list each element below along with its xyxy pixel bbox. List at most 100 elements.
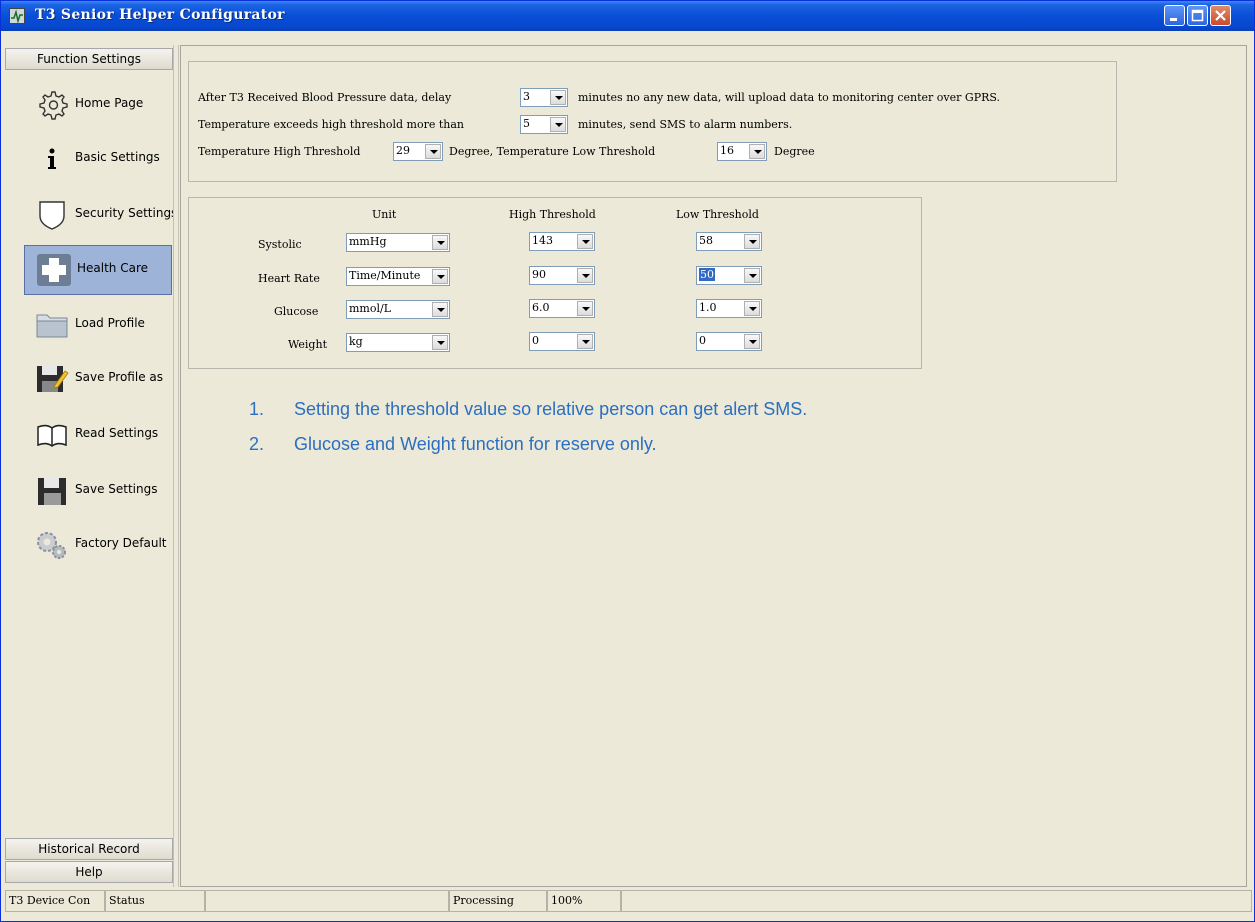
sidebar-item-basic-settings[interactable]: Basic Settings [23, 135, 173, 183]
chevron-down-icon[interactable] [432, 335, 448, 350]
temp-low-label: Degree, Temperature Low Threshold [449, 145, 656, 158]
status-bar: T3 Device Con Status Processing 100% [5, 890, 1252, 916]
temp-low-suffix: Degree [774, 145, 815, 158]
status-label: Status [105, 890, 205, 912]
sidebar-item-load-profile[interactable]: Load Profile [23, 301, 173, 349]
sidebar-item-security-settings[interactable]: Security Settings [23, 191, 177, 239]
row-label-weight: Weight [288, 338, 327, 351]
heart-rate-low-select[interactable]: 50 [696, 266, 762, 285]
chevron-down-icon[interactable] [749, 144, 765, 159]
systolic-high-select[interactable]: 143 [529, 232, 595, 251]
chevron-down-icon[interactable] [577, 234, 593, 249]
chevron-down-icon[interactable] [425, 144, 441, 159]
sidebar-item-label: Factory Default [75, 536, 167, 550]
maximize-button[interactable] [1187, 5, 1208, 26]
chevron-down-icon[interactable] [432, 235, 448, 250]
chevron-down-icon[interactable] [744, 334, 760, 349]
gears-icon [35, 529, 69, 561]
status-device: T3 Device Con [5, 890, 105, 912]
high-threshold-header: High Threshold [509, 208, 596, 221]
heart-rate-high-select[interactable]: 90 [529, 266, 595, 285]
sidebar-item-label: Health Care [77, 261, 149, 275]
weight-unit-select[interactable]: kg [346, 333, 450, 352]
window-title: T3 Senior Helper Configurator [35, 7, 285, 23]
note-1: 1. Setting the threshold value so relativ… [249, 399, 807, 420]
status-percent: 100% [547, 890, 621, 912]
close-button[interactable] [1210, 5, 1231, 26]
sidebar-item-save-profile-as[interactable]: Save Profile as [23, 355, 173, 403]
chevron-down-icon[interactable] [744, 268, 760, 283]
glucose-low-select[interactable]: 1.0 [696, 299, 762, 318]
historical-record-header[interactable]: Historical Record [5, 838, 173, 860]
heart-rate-unit-select[interactable]: Time/Minute [346, 267, 450, 286]
folder-icon [35, 309, 69, 341]
chevron-down-icon[interactable] [432, 269, 448, 284]
temp-duration-suffix: minutes, send SMS to alarm numbers. [578, 118, 793, 131]
minimize-button[interactable] [1164, 5, 1185, 26]
book-icon [35, 419, 69, 451]
sidebar-item-label: Home Page [75, 96, 144, 110]
row-label-glucose: Glucose [274, 305, 319, 318]
help-header[interactable]: Help [5, 861, 173, 883]
sidebar-item-label: Security Settings [75, 206, 178, 220]
sidebar-item-home-page[interactable]: Home Page [23, 81, 173, 129]
weight-low-select[interactable]: 0 [696, 332, 762, 351]
temp-high-select[interactable]: 29 [393, 142, 443, 161]
systolic-unit-select[interactable]: mmHg [346, 233, 450, 252]
chevron-down-icon[interactable] [550, 90, 566, 105]
chevron-down-icon[interactable] [550, 117, 566, 132]
chevron-down-icon[interactable] [744, 234, 760, 249]
title-bar[interactable]: T3 Senior Helper Configurator [1, 1, 1254, 31]
sidebar-item-factory-default[interactable]: Factory Default [23, 521, 173, 569]
medical-cross-icon [37, 254, 71, 286]
splitter[interactable] [173, 45, 179, 887]
app-icon [9, 8, 25, 24]
status-message [205, 890, 449, 912]
upload-delay-suffix: minutes no any new data, will upload dat… [578, 91, 1001, 104]
threshold-group: Unit High Threshold Low Threshold Systol… [188, 197, 922, 369]
note-number: 2. [249, 434, 265, 454]
sidebar-item-read-settings[interactable]: Read Settings [23, 411, 173, 459]
sidebar-item-save-settings[interactable]: Save Settings [23, 467, 173, 515]
sidebar-item-label: Save Settings [75, 482, 158, 496]
upload-delay-label: After T3 Received Blood Pressure data, d… [198, 91, 452, 104]
row-label-heart-rate: Heart Rate [258, 272, 320, 285]
gear-icon [35, 89, 69, 121]
sidebar-item-label: Save Profile as [75, 370, 164, 384]
low-threshold-header: Low Threshold [676, 208, 759, 221]
chevron-down-icon[interactable] [577, 301, 593, 316]
floppy-icon [35, 475, 69, 507]
note-2: 2. Glucose and Weight function for reserv… [249, 434, 657, 455]
sidebar-item-label: Read Settings [75, 426, 159, 440]
note-text: Glucose and Weight function for reserve … [294, 434, 657, 454]
note-text: Setting the threshold value so relative … [294, 399, 808, 419]
info-icon [35, 143, 69, 175]
temp-low-select[interactable]: 16 [717, 142, 767, 161]
chevron-down-icon[interactable] [577, 334, 593, 349]
sidebar-item-label: Load Profile [75, 316, 145, 330]
sidebar-item-health-care[interactable]: Health Care [24, 245, 172, 295]
glucose-unit-select[interactable]: mmol/L [346, 300, 450, 319]
note-number: 1. [249, 399, 265, 419]
chevron-down-icon[interactable] [577, 268, 593, 283]
app-window: T3 Senior Helper Configurator Function S… [0, 0, 1255, 922]
upload-delay-select[interactable]: 3 [520, 88, 568, 107]
shield-icon [35, 199, 69, 231]
systolic-low-select[interactable]: 58 [696, 232, 762, 251]
row-label-systolic: Systolic [258, 238, 302, 251]
weight-high-select[interactable]: 0 [529, 332, 595, 351]
sidebar-item-label: Basic Settings [75, 150, 160, 164]
temp-high-label: Temperature High Threshold [198, 145, 361, 158]
glucose-high-select[interactable]: 6.0 [529, 299, 595, 318]
temp-duration-label: Temperature exceeds high threshold more … [198, 118, 465, 131]
temp-duration-select[interactable]: 5 [520, 115, 568, 134]
function-settings-header[interactable]: Function Settings [5, 48, 173, 70]
unit-header: Unit [372, 208, 397, 221]
chevron-down-icon[interactable] [744, 301, 760, 316]
chevron-down-icon[interactable] [432, 302, 448, 317]
save-as-icon [35, 363, 69, 395]
status-processing: Processing [449, 890, 547, 912]
upload-settings-group: After T3 Received Blood Pressure data, d… [188, 61, 1117, 182]
status-tail [621, 890, 1252, 912]
health-care-panel: After T3 Received Blood Pressure data, d… [180, 45, 1247, 887]
